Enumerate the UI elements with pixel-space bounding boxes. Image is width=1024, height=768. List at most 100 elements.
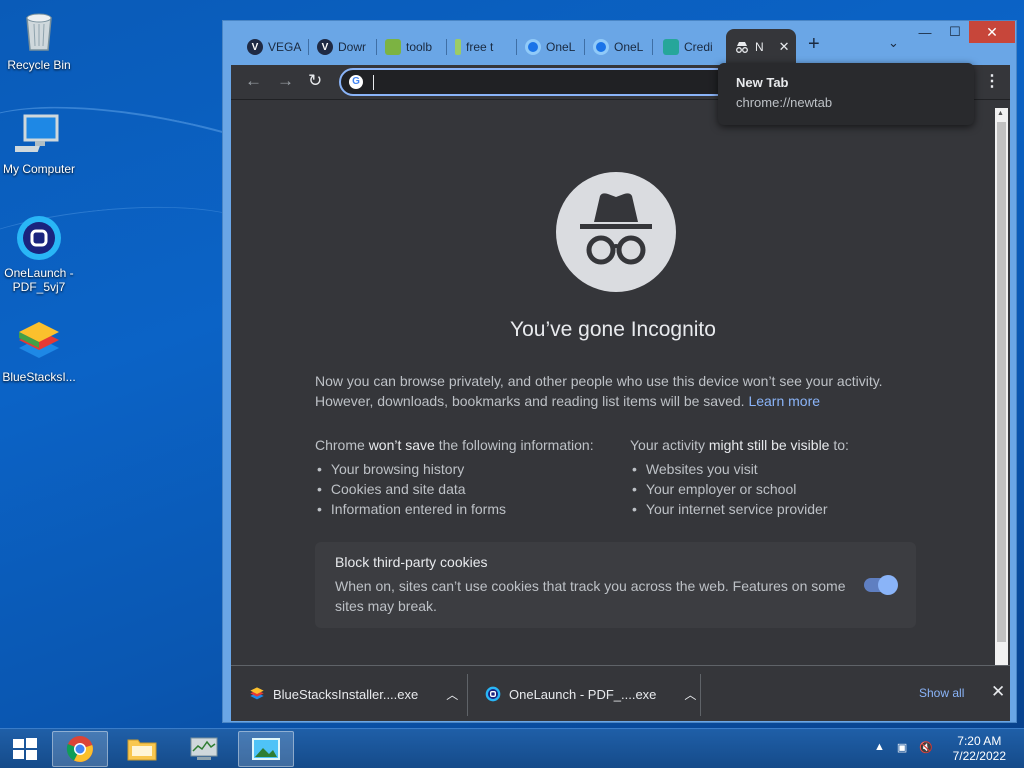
list-item: Your browsing history: [315, 459, 594, 479]
divider: [700, 674, 701, 716]
wont-save-column: Chrome won’t save the following informat…: [315, 435, 594, 519]
show-all-downloads-button[interactable]: Show all: [919, 686, 964, 700]
taskbar-chrome[interactable]: [52, 731, 108, 767]
tab-label: free t: [466, 40, 494, 54]
google-icon: G: [349, 75, 363, 89]
back-arrow-icon[interactable]: ←: [245, 71, 262, 91]
text-cursor: [373, 75, 374, 90]
chevron-up-icon[interactable]: ︿: [446, 686, 458, 703]
still-visible-heading: Your activity might still be visible to:: [630, 437, 849, 453]
desktop-icon-label: OneLaunch - PDF_5vj7: [4, 266, 74, 294]
learn-more-link[interactable]: Learn more: [748, 393, 820, 409]
clock-time: 7:20 AM: [957, 734, 1002, 748]
taskbar: ▲ ▣ 🔇 7:20 AM 7/22/2022: [0, 728, 1024, 768]
bluestacks-icon: [19, 322, 59, 358]
scrollbar-thumb[interactable]: [997, 122, 1006, 642]
close-downloads-bar-icon[interactable]: ✕: [991, 682, 1005, 702]
download-item-bluestacks[interactable]: BlueStacksInstaller....exe ︿: [231, 666, 458, 722]
list-item: Your employer or school: [630, 479, 849, 499]
tab-label: N: [755, 40, 764, 54]
volume-muted-icon[interactable]: 🔇: [919, 741, 933, 754]
tab-new-tab-active[interactable]: N ✕: [726, 29, 796, 65]
tab-label: OneL: [614, 40, 644, 54]
desktop-icon-bluestacks[interactable]: BlueStacksI...: [0, 318, 78, 384]
windows-logo-icon: [13, 738, 37, 760]
start-button[interactable]: [0, 731, 50, 767]
menu-kebab-icon[interactable]: ⋮: [984, 71, 1000, 91]
list-item: Your internet service provider: [630, 499, 849, 519]
image-viewer-icon: [252, 738, 280, 760]
bluestacks-icon: [250, 687, 264, 700]
task-manager-icon: [190, 737, 218, 760]
clock[interactable]: 7:20 AM 7/22/2022: [953, 734, 1006, 764]
downloads-bar: BlueStacksInstaller....exe ︿ OneLaunch -…: [231, 665, 1010, 721]
show-hidden-icons-icon[interactable]: ▲: [874, 741, 885, 754]
tab-strip: V VEGA V Dowr toolb free t OneL OneL Cre…: [223, 21, 1016, 65]
chrome-icon: [66, 736, 93, 762]
taskbar-task-manager[interactable]: [176, 731, 232, 767]
folder-icon: [127, 739, 157, 761]
address-bar[interactable]: G: [339, 68, 739, 96]
tab-vega[interactable]: V VEGA: [239, 29, 309, 65]
taskbar-image-viewer[interactable]: [238, 731, 294, 767]
cookie-card-description: When on, sites can’t use cookies that tr…: [335, 578, 846, 614]
toggle-knob: [878, 575, 898, 595]
browser-window: V VEGA V Dowr toolb free t OneL OneL Cre…: [222, 20, 1017, 723]
desktop-icon-label: My Computer: [2, 162, 76, 176]
system-tray: ▲ ▣ 🔇: [874, 741, 933, 754]
tab-free[interactable]: free t: [447, 29, 517, 65]
taskbar-file-explorer[interactable]: [114, 731, 170, 767]
page-scrollbar[interactable]: ▲ ▼: [995, 108, 1008, 678]
tab-label: OneL: [546, 40, 576, 54]
onelaunch-icon: [17, 216, 61, 260]
maximize-button[interactable]: ☐: [943, 21, 967, 43]
tab-label: Credi: [684, 40, 713, 54]
onelaunch-icon: [525, 39, 541, 55]
desktop-icon-recycle-bin[interactable]: Recycle Bin: [0, 6, 78, 72]
new-tab-button[interactable]: +: [808, 33, 820, 56]
block-cookies-toggle[interactable]: [864, 575, 898, 595]
tab-search-dropdown-icon[interactable]: ⌄: [888, 35, 899, 51]
tab-toolbar[interactable]: toolb: [377, 29, 447, 65]
leaf-icon: [385, 39, 401, 55]
forward-arrow-icon[interactable]: →: [277, 71, 294, 91]
desktop-icon-onelaunch[interactable]: OneLaunch - PDF_5vj7: [0, 214, 78, 294]
tab-close-icon[interactable]: ✕: [779, 39, 790, 55]
third-party-cookies-card: Block third-party cookies When on, sites…: [315, 542, 916, 628]
desktop-icon-label: BlueStacksI...: [2, 370, 76, 384]
bookmark-icon: [455, 39, 461, 55]
tooltip-url: chrome://newtab: [736, 95, 833, 110]
person-icon: [663, 39, 679, 55]
desktop-icon-my-computer[interactable]: My Computer: [0, 110, 78, 176]
scroll-up-arrow-icon[interactable]: ▲: [997, 110, 1004, 117]
minimize-button[interactable]: —: [913, 21, 937, 43]
download-item-onelaunch[interactable]: OneLaunch - PDF_....exe ︿: [467, 666, 696, 722]
onelaunch-icon: [485, 686, 501, 702]
tab-favicon: V: [317, 39, 333, 55]
still-visible-column: Your activity might still be visible to:…: [630, 435, 849, 519]
close-window-button[interactable]: ✕: [969, 21, 1015, 43]
network-icon[interactable]: ▣: [897, 741, 907, 754]
tab-label: Dowr: [338, 40, 367, 54]
incognito-description: Now you can browse privately, and other …: [315, 371, 915, 411]
chevron-up-icon[interactable]: ︿: [684, 686, 696, 703]
list-item: Cookies and site data: [315, 479, 594, 499]
desktop-icon-label: Recycle Bin: [7, 58, 71, 72]
tab-label: VEGA: [268, 40, 302, 54]
tab-onelaunch-2[interactable]: OneL: [585, 29, 653, 65]
reload-icon[interactable]: ↻: [308, 71, 322, 91]
computer-icon: [15, 114, 59, 152]
incognito-page: You’ve gone Incognito Now you can browse…: [231, 99, 1010, 685]
incognito-icon: [556, 172, 676, 292]
tab-favicon: V: [247, 39, 263, 55]
tooltip-title: New Tab: [736, 75, 789, 90]
tab-credit[interactable]: Credi: [655, 29, 725, 65]
wont-save-heading: Chrome won’t save the following informat…: [315, 437, 594, 453]
download-filename: BlueStacksInstaller....exe: [273, 686, 419, 702]
list-item: Information entered in forms: [315, 499, 594, 519]
tab-hover-tooltip: New Tab chrome://newtab: [718, 63, 974, 125]
tab-onelaunch-1[interactable]: OneL: [517, 29, 585, 65]
clock-date: 7/22/2022: [952, 749, 1006, 763]
page-title: You’ve gone Incognito: [510, 318, 716, 341]
tab-download[interactable]: V Dowr: [309, 29, 377, 65]
